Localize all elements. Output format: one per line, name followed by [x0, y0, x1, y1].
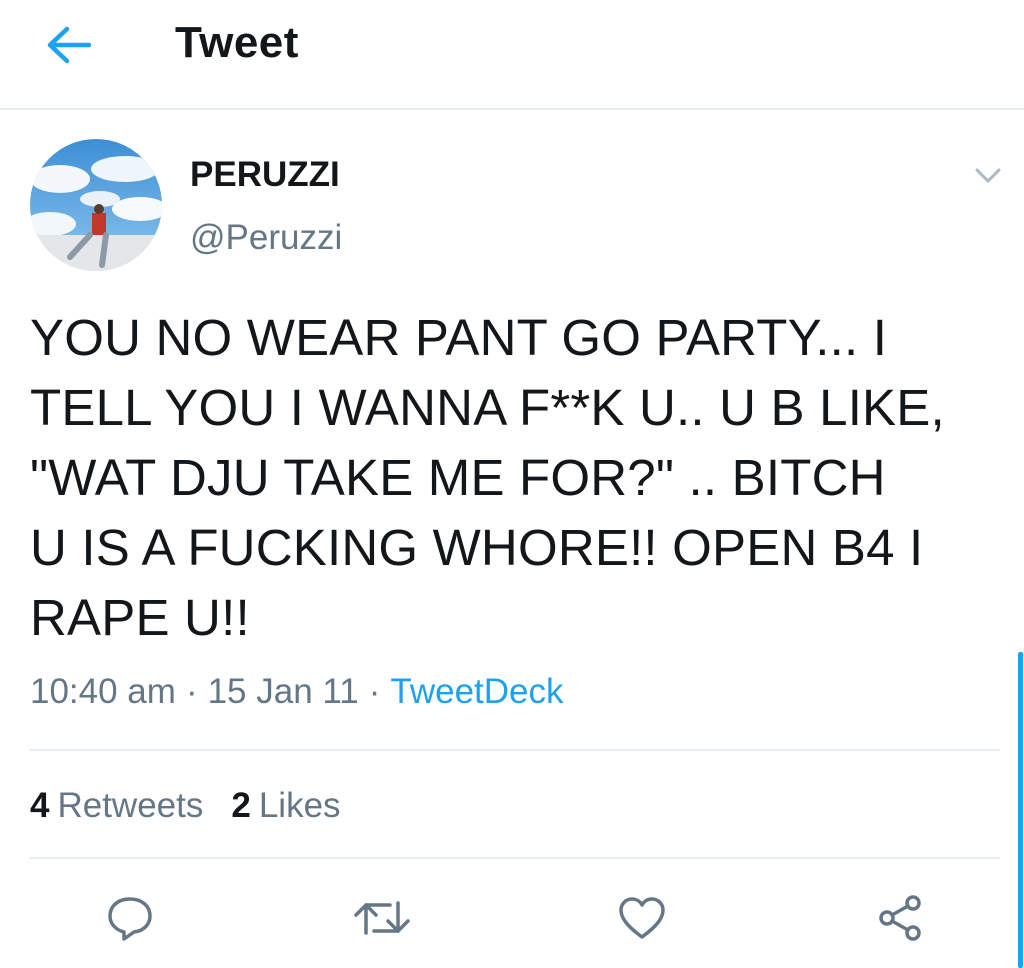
- scrollbar[interactable]: [1018, 652, 1023, 968]
- chevron-down-icon: [975, 168, 1001, 183]
- like-icon: [619, 897, 665, 939]
- page-title: Tweet: [175, 18, 299, 67]
- likes-count: 2: [231, 786, 251, 825]
- divider: [30, 857, 1000, 859]
- avatar-image: [30, 139, 162, 271]
- arrow-left-icon: [47, 26, 91, 64]
- avatar[interactable]: [30, 139, 162, 271]
- tweet-detail-screen: Tweet PERUZZI @Peruzzi YOU NO WEAR PANT …: [0, 0, 1024, 968]
- top-app-bar: Tweet: [0, 0, 1024, 110]
- author-display-name[interactable]: PERUZZI: [190, 155, 340, 195]
- back-button[interactable]: [38, 20, 98, 70]
- likes-label: Likes: [258, 786, 341, 825]
- reply-icon: [108, 897, 152, 941]
- tweet-menu-button[interactable]: [966, 158, 1010, 194]
- retweets-stat[interactable]: 4 Retweets: [30, 786, 203, 825]
- tweet-text: YOU NO WEAR PANT GO PARTY... I TELL YOU …: [30, 309, 945, 646]
- tweet-date[interactable]: 15 Jan 11: [208, 672, 359, 711]
- retweets-label: Retweets: [57, 786, 204, 825]
- meta-separator: ·: [185, 672, 198, 711]
- reply-button[interactable]: [100, 888, 160, 948]
- meta-separator: ·: [368, 672, 381, 711]
- likes-stat[interactable]: 2 Likes: [231, 786, 340, 825]
- tweet-source-link[interactable]: TweetDeck: [390, 672, 563, 711]
- share-button[interactable]: [870, 888, 930, 948]
- retweet-icon: [354, 901, 410, 935]
- divider: [30, 749, 1000, 751]
- share-icon: [879, 895, 921, 941]
- like-button[interactable]: [612, 888, 672, 948]
- tweet-time[interactable]: 10:40 am: [30, 672, 176, 711]
- retweets-count: 4: [30, 786, 50, 825]
- retweet-button[interactable]: [352, 888, 412, 948]
- author-handle[interactable]: @Peruzzi: [190, 218, 342, 258]
- tweet-stats: 4 Retweets 2 Likes: [30, 786, 369, 826]
- tweet-meta: 10:40 am · 15 Jan 11 · TweetDeck: [30, 672, 564, 712]
